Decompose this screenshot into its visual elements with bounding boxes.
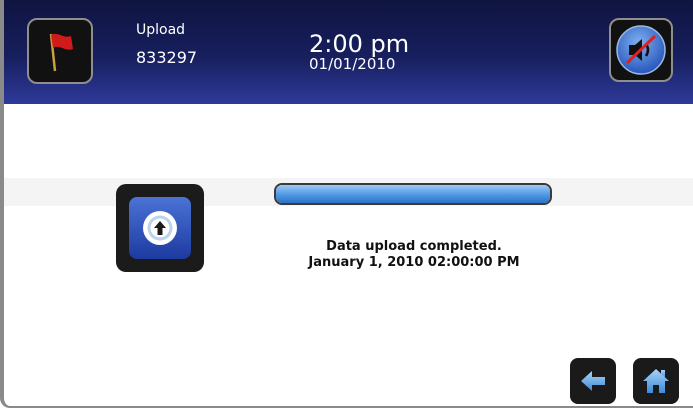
- home-icon: [643, 369, 669, 393]
- back-arrow-icon: [581, 371, 605, 391]
- upload-progress-fill: [276, 185, 550, 203]
- upload-arrow-icon: [143, 211, 177, 245]
- device-id: 833297: [136, 48, 198, 67]
- status-message: Data upload completed.: [326, 239, 502, 254]
- device-screen: Upload 833297 2:00 pm 01/01/2010 Data up…: [0, 0, 693, 408]
- back-button[interactable]: [570, 358, 616, 404]
- header-bar: Upload 833297 2:00 pm 01/01/2010: [4, 0, 693, 104]
- flag-icon: [49, 33, 73, 72]
- flag-button[interactable]: [27, 18, 93, 84]
- current-time: 2:00 pm: [309, 30, 410, 58]
- mute-button[interactable]: [609, 18, 673, 82]
- current-date: 01/01/2010: [309, 55, 396, 73]
- upload-icon-frame: [129, 197, 191, 259]
- upload-progress-bar: [274, 183, 552, 205]
- mode-label: Upload: [136, 22, 186, 38]
- upload-status-tile: [116, 184, 204, 272]
- home-button[interactable]: [633, 358, 679, 404]
- status-timestamp: January 1, 2010 02:00:00 PM: [308, 255, 520, 270]
- speaker-muted-icon: [616, 25, 666, 75]
